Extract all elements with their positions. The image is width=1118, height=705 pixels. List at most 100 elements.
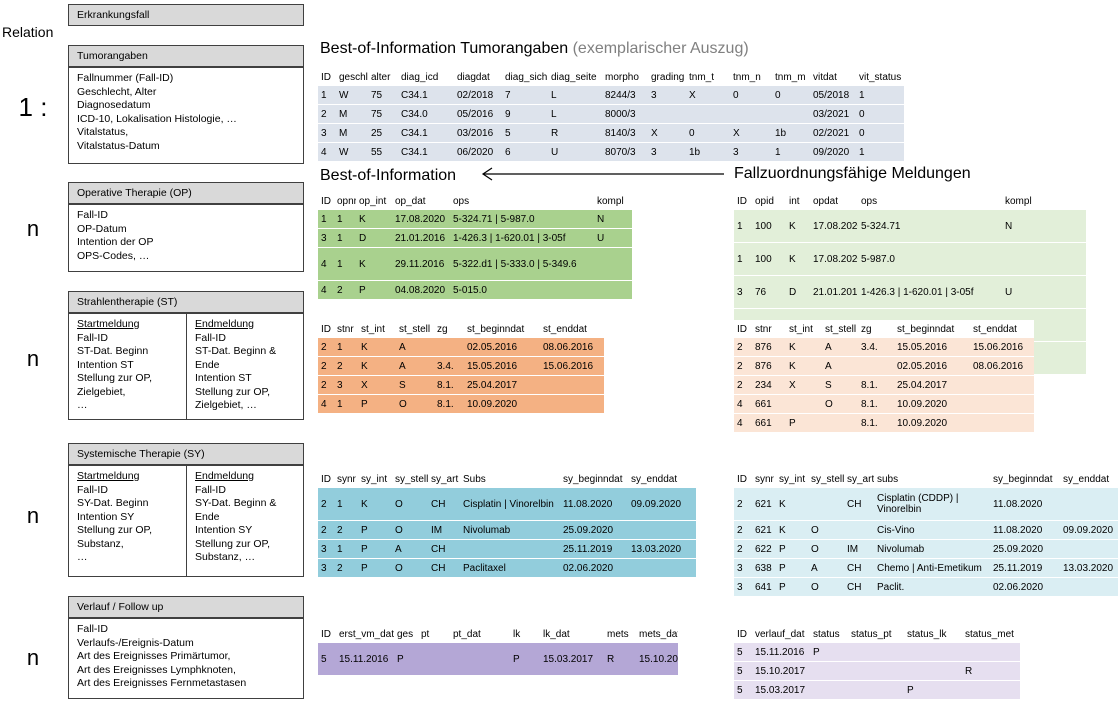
table-cell: 09.09.2020 xyxy=(628,488,696,521)
sy-startmeldung-lines: Fall-ID SY-Dat. Beginn Intention SY Stellun… xyxy=(77,484,178,565)
column-header: zg xyxy=(858,320,894,338)
table-cell: M xyxy=(336,123,368,143)
text-line: Stellung zur OP, xyxy=(77,372,153,384)
relation-sy: n xyxy=(26,503,40,528)
column-header: sy_int xyxy=(358,470,392,488)
column-header: status_met xyxy=(962,625,1020,643)
column-header: st_enddat xyxy=(540,320,604,338)
table-cell: 55 xyxy=(368,142,398,162)
table-cell: S xyxy=(396,375,434,395)
table-cell: 2 xyxy=(734,338,752,357)
text-line: ICD-10, Lokalisation Histologie, … xyxy=(77,112,237,125)
table-cell: 2 xyxy=(318,488,334,521)
tumorangaben-header: Tumorangaben xyxy=(68,45,304,67)
table-cell: U xyxy=(594,228,632,248)
column-header: vitdat xyxy=(810,68,856,86)
text-line: Vitalstatus, xyxy=(77,126,129,138)
column-header: int xyxy=(786,192,810,210)
table-cell: 17.08.2020 xyxy=(810,242,858,276)
column-header: ID xyxy=(734,192,752,210)
table-cell xyxy=(810,680,848,700)
table-cell: 234 xyxy=(752,375,786,395)
table-cell xyxy=(848,680,904,700)
table-cell: A xyxy=(392,539,428,559)
table-cell: 1 xyxy=(856,86,904,105)
table-row: 5 15.10.2017 R xyxy=(734,661,1020,681)
table-cell: CH xyxy=(428,488,460,521)
table-cell: 1b xyxy=(772,123,810,143)
table-cell: W xyxy=(336,86,368,105)
table-cell: 8070/3 xyxy=(602,142,648,162)
table-cell: 8.1. xyxy=(434,375,464,395)
table-cell: 1 xyxy=(334,539,358,559)
column-header: lk xyxy=(510,625,540,643)
table-cell: X xyxy=(686,86,730,105)
text-line: Intention ST xyxy=(195,372,252,384)
table-cell: Nivolumab xyxy=(874,539,990,559)
text-line: Vitalstatus-Datum xyxy=(77,139,160,152)
table-cell: A xyxy=(822,356,858,376)
table-cell: 25 xyxy=(368,123,398,143)
column-header: tnm_m xyxy=(772,68,810,86)
table-cell: 15.11.2016 xyxy=(752,643,810,662)
table-cell: 0 xyxy=(686,123,730,143)
column-header: kompl xyxy=(1002,192,1086,210)
table-cell: CH xyxy=(844,577,874,597)
boi-tumor-title-text: Best-of-Information Tumorangaben xyxy=(320,40,569,57)
table-cell: 3.4. xyxy=(434,356,464,376)
table-cell: 13.03.2020 xyxy=(628,539,696,559)
table-cell: 3 xyxy=(648,142,686,162)
table-cell: C34.1 xyxy=(398,86,454,105)
table-cell: 10.09.2020 xyxy=(464,394,540,414)
text-line: Ende xyxy=(195,510,220,523)
table-row: 4 W 55 C34.1 06/2020 6 U 8070/3 3 1b 3 1 09/2020 1 xyxy=(318,142,904,162)
table-cell: 02.05.2016 xyxy=(894,356,970,376)
table-cell: P xyxy=(776,577,808,597)
boi-tumor-title: Best-of-Information Tumorangaben (exempl… xyxy=(320,40,749,58)
table-cell: P xyxy=(394,643,418,676)
column-header: Subs xyxy=(460,470,560,488)
table-row: 2 621 K O Cis-Vino 11.08.2020 09.09.2020 xyxy=(734,520,1118,540)
table-cell: 02/2021 xyxy=(810,123,856,143)
table-cell: 2 xyxy=(734,488,752,521)
table-cell: 10.09.2020 xyxy=(894,413,970,433)
table-cell: R xyxy=(604,643,636,676)
table-cell: 8000/3 xyxy=(602,104,648,124)
st-endmeldung: Endmeldung Fall-ID ST-Dat. Beginn & Ende In… xyxy=(187,314,303,419)
text-line: Substanz, xyxy=(77,537,124,550)
table-cell: 5 xyxy=(318,643,336,676)
table-cell: 2 xyxy=(318,520,334,540)
text-line: Fall-ID xyxy=(195,331,226,344)
table-cell: 1 xyxy=(334,488,358,521)
table-cell xyxy=(970,413,1034,433)
text-line: Zielgebiet, … xyxy=(195,399,257,411)
table-row: 2 1 K A 02.05.2016 08.06.2016 xyxy=(318,338,604,357)
st-header: Strahlentherapie (ST) xyxy=(68,291,304,313)
column-header: geschl xyxy=(336,68,368,86)
text-line: Stellung zur OP, xyxy=(195,537,271,550)
table-cell: K xyxy=(776,520,808,540)
table-cell: O xyxy=(392,558,428,578)
table-cell xyxy=(450,643,510,676)
table-cell: 8.1. xyxy=(434,394,464,414)
table-cell: 8.1. xyxy=(858,394,894,414)
table-cell: 17.08.2020 xyxy=(392,210,450,229)
sy-body: Startmeldung Fall-ID SY-Dat. Beginn Intent… xyxy=(68,465,304,577)
table-cell: 5-324.71 | 5-987.0 xyxy=(450,210,594,229)
table-cell: CH xyxy=(844,488,874,521)
sy-fall-table: ID synr sy_int sy_stell sy_art subs sy_beginnd… xyxy=(734,470,1118,597)
column-header: alter xyxy=(368,68,398,86)
table-row: 4 1 P O 8.1. 10.09.2020 xyxy=(318,394,604,414)
table-cell: 15.03.2017 xyxy=(540,643,604,676)
text-line: Fall-ID xyxy=(77,331,108,344)
table-row: 3 1 P A CH 25.11.2019 13.03.2020 xyxy=(318,539,696,559)
column-header: diag_seite xyxy=(548,68,602,86)
text-line: Zielgebiet, xyxy=(77,385,126,398)
text-line: Substanz, … xyxy=(195,551,256,563)
table-row: 1 W 75 C34.1 02/2018 7 L 8244/3 3 X 0 0 05/2018 1 xyxy=(318,86,904,105)
table-cell: 1 xyxy=(334,394,358,414)
sy-header: Systemische Therapie (SY) xyxy=(68,443,304,465)
tumor-table: ID geschl alter diag_icd diagdat diag_sich dia… xyxy=(318,68,904,162)
table-cell: 3 xyxy=(318,228,334,248)
column-header: sy_beginndat xyxy=(990,470,1060,488)
